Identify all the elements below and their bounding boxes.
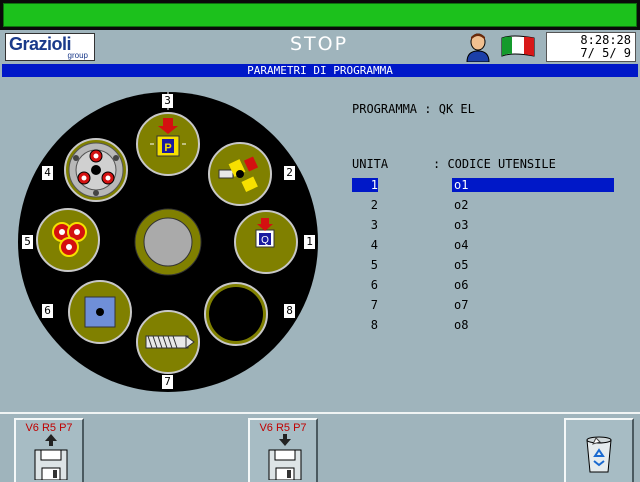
tool-code[interactable]: o8	[452, 318, 614, 332]
position-4: 4	[42, 166, 53, 180]
tool-turret-wheel: Q P	[18, 92, 318, 392]
unit-number: 6	[370, 278, 378, 292]
logo-subtext: group	[67, 51, 88, 60]
station-1-tool[interactable]: Q	[234, 210, 298, 274]
column-tool-code: : CODICE UTENSILE	[433, 157, 556, 171]
tool-code[interactable]: o7	[452, 298, 614, 312]
position-2: 2	[284, 166, 295, 180]
grazioli-logo: Grazioli group	[5, 33, 95, 61]
position-1: 1	[304, 235, 315, 249]
status-bar-fill	[3, 3, 637, 27]
clock-date: 7/ 5/ 9	[580, 46, 631, 60]
machine-status: STOP	[290, 33, 349, 55]
clock: 8:28:28 7/ 5/ 9	[546, 32, 636, 62]
position-6: 6	[42, 304, 53, 318]
tool-code[interactable]: o3	[452, 218, 614, 232]
floppy-save-icon	[34, 434, 68, 480]
unit-number: 1	[352, 178, 378, 192]
letter-p: P	[164, 142, 171, 154]
station-2-tool[interactable]	[208, 142, 272, 206]
header: Grazioli group STOP 8:28:28 7/ 5/ 9	[0, 30, 640, 63]
logo-text: Grazioli	[9, 34, 72, 54]
position-5: 5	[22, 235, 33, 249]
program-separator: :	[424, 102, 432, 116]
footer-toolbar: V6 R5 P7 V6 R5 P7	[0, 412, 640, 482]
station-5-tool[interactable]	[36, 208, 100, 272]
load-from-floppy-button[interactable]: V6 R5 P7	[248, 418, 318, 482]
program-line: PROGRAMMA : QK EL	[352, 102, 475, 116]
tool-code[interactable]: o5	[452, 258, 614, 272]
table-row[interactable]: 1 o1	[352, 178, 614, 192]
table-row[interactable]: 7 o7	[352, 298, 614, 312]
position-7: 7	[162, 375, 173, 389]
station-3-tool[interactable]: P	[136, 112, 200, 176]
tool-code[interactable]: o4	[452, 238, 614, 252]
unit-number: 8	[370, 318, 378, 332]
operator-icon[interactable]	[465, 32, 491, 62]
save-to-floppy-button[interactable]: V6 R5 P7	[14, 418, 84, 482]
position-3: 3	[162, 94, 173, 108]
tool-code[interactable]: o1	[452, 178, 614, 192]
program-label: PROGRAMMA	[352, 102, 418, 116]
column-unit: UNITA	[352, 157, 389, 171]
delete-button[interactable]	[564, 418, 634, 482]
station-7-tool[interactable]	[136, 310, 200, 374]
save-button-label: V6 R5 P7	[25, 422, 73, 434]
position-8: 8	[284, 304, 295, 318]
status-bar	[0, 0, 640, 30]
unit-number: 2	[370, 198, 378, 212]
program-name[interactable]: QK EL	[439, 102, 475, 116]
recycle-bin-icon	[586, 436, 612, 473]
page-title: PARAMETRI DI PROGRAMMA	[2, 64, 638, 77]
unit-number: 5	[370, 258, 378, 272]
table-row[interactable]: 8 o8	[352, 318, 614, 332]
unit-number: 7	[370, 298, 378, 312]
station-6-tool[interactable]	[68, 280, 132, 344]
station-8-tool[interactable]	[204, 282, 268, 346]
floppy-load-icon	[268, 434, 302, 480]
unit-number: 3	[370, 218, 378, 232]
table-row[interactable]: 5 o5	[352, 258, 614, 272]
letter-q: Q	[261, 235, 269, 246]
table-row[interactable]: 4 o4	[352, 238, 614, 252]
unit-number: 4	[370, 238, 378, 252]
load-button-label: V6 R5 P7	[259, 422, 307, 434]
table-row[interactable]: 6 o6	[352, 278, 614, 292]
table-row[interactable]: 2 o2	[352, 198, 614, 212]
italian-flag-icon[interactable]	[500, 34, 536, 58]
tool-code[interactable]: o6	[452, 278, 614, 292]
table-row[interactable]: 3 o3	[352, 218, 614, 232]
turret-center	[134, 208, 202, 276]
tool-code[interactable]: o2	[452, 198, 614, 212]
station-4-tool[interactable]	[64, 138, 128, 202]
